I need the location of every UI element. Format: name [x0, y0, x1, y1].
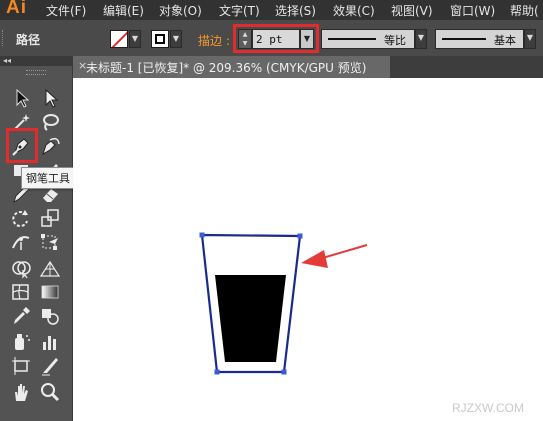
- blend-tool-icon[interactable]: [38, 304, 62, 328]
- watermark: RJZXW.COM: [452, 401, 524, 415]
- selection-type-label: 路径: [16, 33, 41, 47]
- document-tab[interactable]: × 未标题-1 [已恢复]* @ 209.36% (CMYK/GPU 预览): [73, 56, 390, 78]
- stroke-color-dropdown-arrow[interactable]: ▼: [170, 30, 182, 48]
- anchor-point-top-left[interactable]: [199, 232, 205, 238]
- brush-definition-select[interactable]: 基本: [435, 29, 524, 49]
- scale-tool-icon[interactable]: [38, 206, 62, 230]
- menu-file[interactable]: 文件(F): [46, 2, 86, 19]
- hand-tool-icon[interactable]: [9, 380, 33, 404]
- glass-liquid-shape[interactable]: [215, 275, 286, 362]
- pen-tool-highlight: [6, 128, 38, 163]
- selection-tool-icon[interactable]: [9, 86, 33, 110]
- menu-view[interactable]: 视图(V): [391, 2, 433, 19]
- brush-definition-value: 基本: [494, 34, 516, 47]
- tools-panel-grip[interactable]: [26, 70, 46, 75]
- variable-width-profile-select[interactable]: 等比: [321, 29, 415, 49]
- column-graph-tool-icon[interactable]: [38, 330, 62, 354]
- menu-object[interactable]: 对象(O): [159, 2, 202, 19]
- stroke-weight-highlight: [233, 24, 319, 53]
- menu-help[interactable]: 帮助(: [510, 2, 539, 19]
- anchor-point-top-right[interactable]: [297, 233, 303, 239]
- menu-select[interactable]: 选择(S): [275, 2, 316, 19]
- stroke-label[interactable]: 描边 :: [198, 32, 230, 49]
- menu-type[interactable]: 文字(T): [219, 2, 260, 19]
- document-tab-title: 未标题-1 [已恢复]* @ 209.36% (CMYK/GPU 预览): [86, 61, 367, 75]
- symbol-sprayer-tool-icon[interactable]: [9, 330, 33, 354]
- stroke-swatch[interactable]: [151, 30, 169, 48]
- menu-edit[interactable]: 编辑(E): [103, 2, 144, 19]
- artboard-tool-icon[interactable]: [9, 354, 33, 378]
- menu-bar: Ai 文件(F) 编辑(E) 对象(O) 文字(T) 选择(S) 效果(C) 视…: [0, 0, 543, 20]
- red-arrow-annotation: [301, 244, 368, 268]
- mesh-tool-icon[interactable]: [9, 280, 33, 304]
- artwork: [199, 232, 368, 375]
- control-bar-grip[interactable]: [2, 30, 7, 46]
- width-tool-icon[interactable]: [9, 230, 33, 254]
- anchor-point-bottom-left[interactable]: [214, 369, 220, 375]
- direct-selection-tool-icon[interactable]: [38, 86, 62, 110]
- brush-definition-dropdown-arrow[interactable]: ▼: [524, 29, 536, 49]
- no-fill-icon: [111, 31, 127, 47]
- variable-width-profile-dropdown-arrow[interactable]: ▼: [415, 29, 427, 49]
- zoom-tool-icon[interactable]: [38, 380, 62, 404]
- app-logo: Ai: [6, 0, 27, 18]
- fill-dropdown-arrow[interactable]: ▼: [129, 30, 141, 48]
- lasso-tool-icon[interactable]: [38, 110, 62, 134]
- rotate-tool-icon[interactable]: [9, 206, 33, 230]
- free-transform-tool-icon[interactable]: [38, 230, 62, 254]
- slice-tool-icon[interactable]: [38, 354, 62, 378]
- anchor-point-bottom-right[interactable]: [281, 369, 287, 375]
- collapse-panel-icon[interactable]: ◂◂: [3, 56, 11, 66]
- stroke-square-icon: [155, 34, 165, 44]
- gradient-tool-icon[interactable]: [38, 280, 62, 304]
- perspective-grid-tool-icon[interactable]: [38, 256, 62, 280]
- shape-builder-tool-icon[interactable]: [9, 256, 33, 280]
- profile-line-icon: [328, 38, 376, 40]
- menu-window[interactable]: 窗口(W): [450, 2, 495, 19]
- artboard-canvas[interactable]: [73, 78, 543, 421]
- eyedropper-tool-icon[interactable]: [9, 304, 33, 328]
- fill-swatch[interactable]: [110, 30, 128, 48]
- curvature-tool-icon[interactable]: [38, 134, 62, 158]
- menu-effect[interactable]: 效果(C): [333, 2, 375, 19]
- variable-width-profile-value: 等比: [384, 34, 406, 47]
- brush-line-icon: [442, 38, 486, 40]
